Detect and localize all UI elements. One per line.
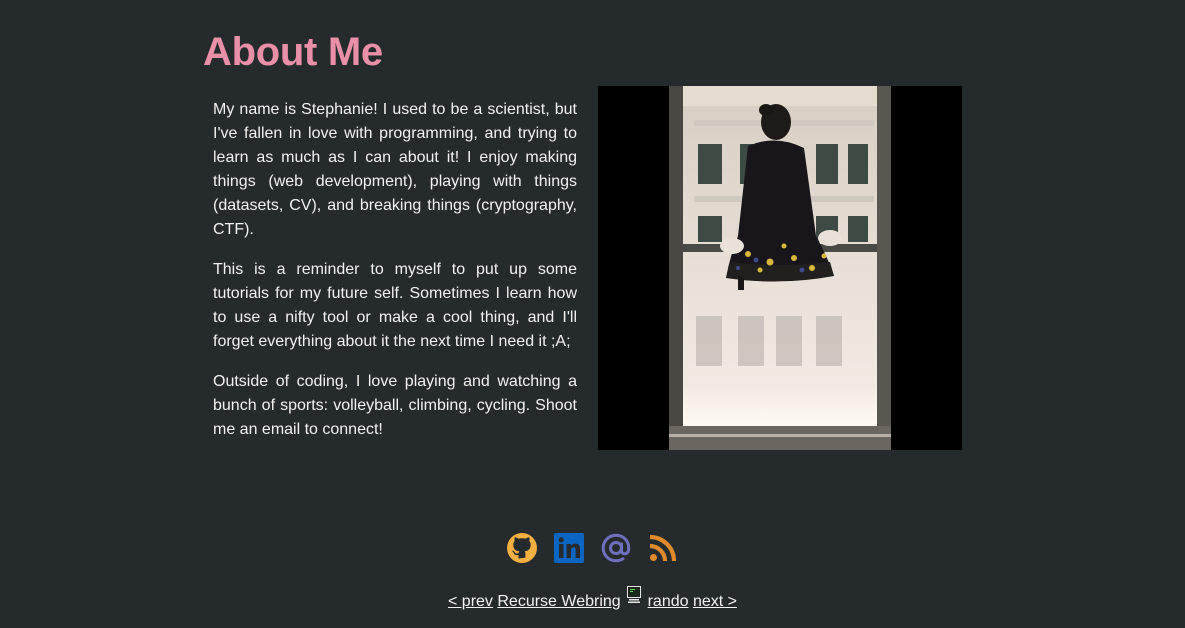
email-at-icon xyxy=(601,533,631,563)
bio-paragraph-3: Outside of coding, I love playing and wa… xyxy=(213,373,577,438)
webring-home-link[interactable]: Recurse Webring xyxy=(497,593,620,610)
page-title: About Me xyxy=(203,30,383,74)
github-link[interactable] xyxy=(506,532,538,564)
webring-prev-link[interactable]: < prev xyxy=(448,593,493,610)
github-icon xyxy=(507,533,537,563)
bio-paragraph-2: This is a reminder to myself to put up s… xyxy=(213,261,577,350)
rss-link[interactable] xyxy=(647,532,679,564)
webring-random-link[interactable]: rando xyxy=(648,593,689,610)
linkedin-link[interactable] xyxy=(553,532,585,564)
bio-section: My name is Stephanie! I used to be a sci… xyxy=(213,98,577,458)
bio-paragraph-1: My name is Stephanie! I used to be a sci… xyxy=(213,101,577,238)
rss-icon xyxy=(649,534,677,562)
social-links xyxy=(0,532,1185,564)
recurse-webring: < prev Recurse Webring rando next > xyxy=(0,586,1185,616)
about-page: About Me My name is Stephanie! I used to… xyxy=(0,0,1185,628)
profile-photo-image xyxy=(669,86,891,450)
linkedin-icon xyxy=(554,533,584,563)
profile-photo xyxy=(598,86,962,450)
webring-next-link[interactable]: next > xyxy=(693,593,737,610)
email-link[interactable] xyxy=(600,532,632,564)
recurse-center-icon xyxy=(627,586,642,614)
